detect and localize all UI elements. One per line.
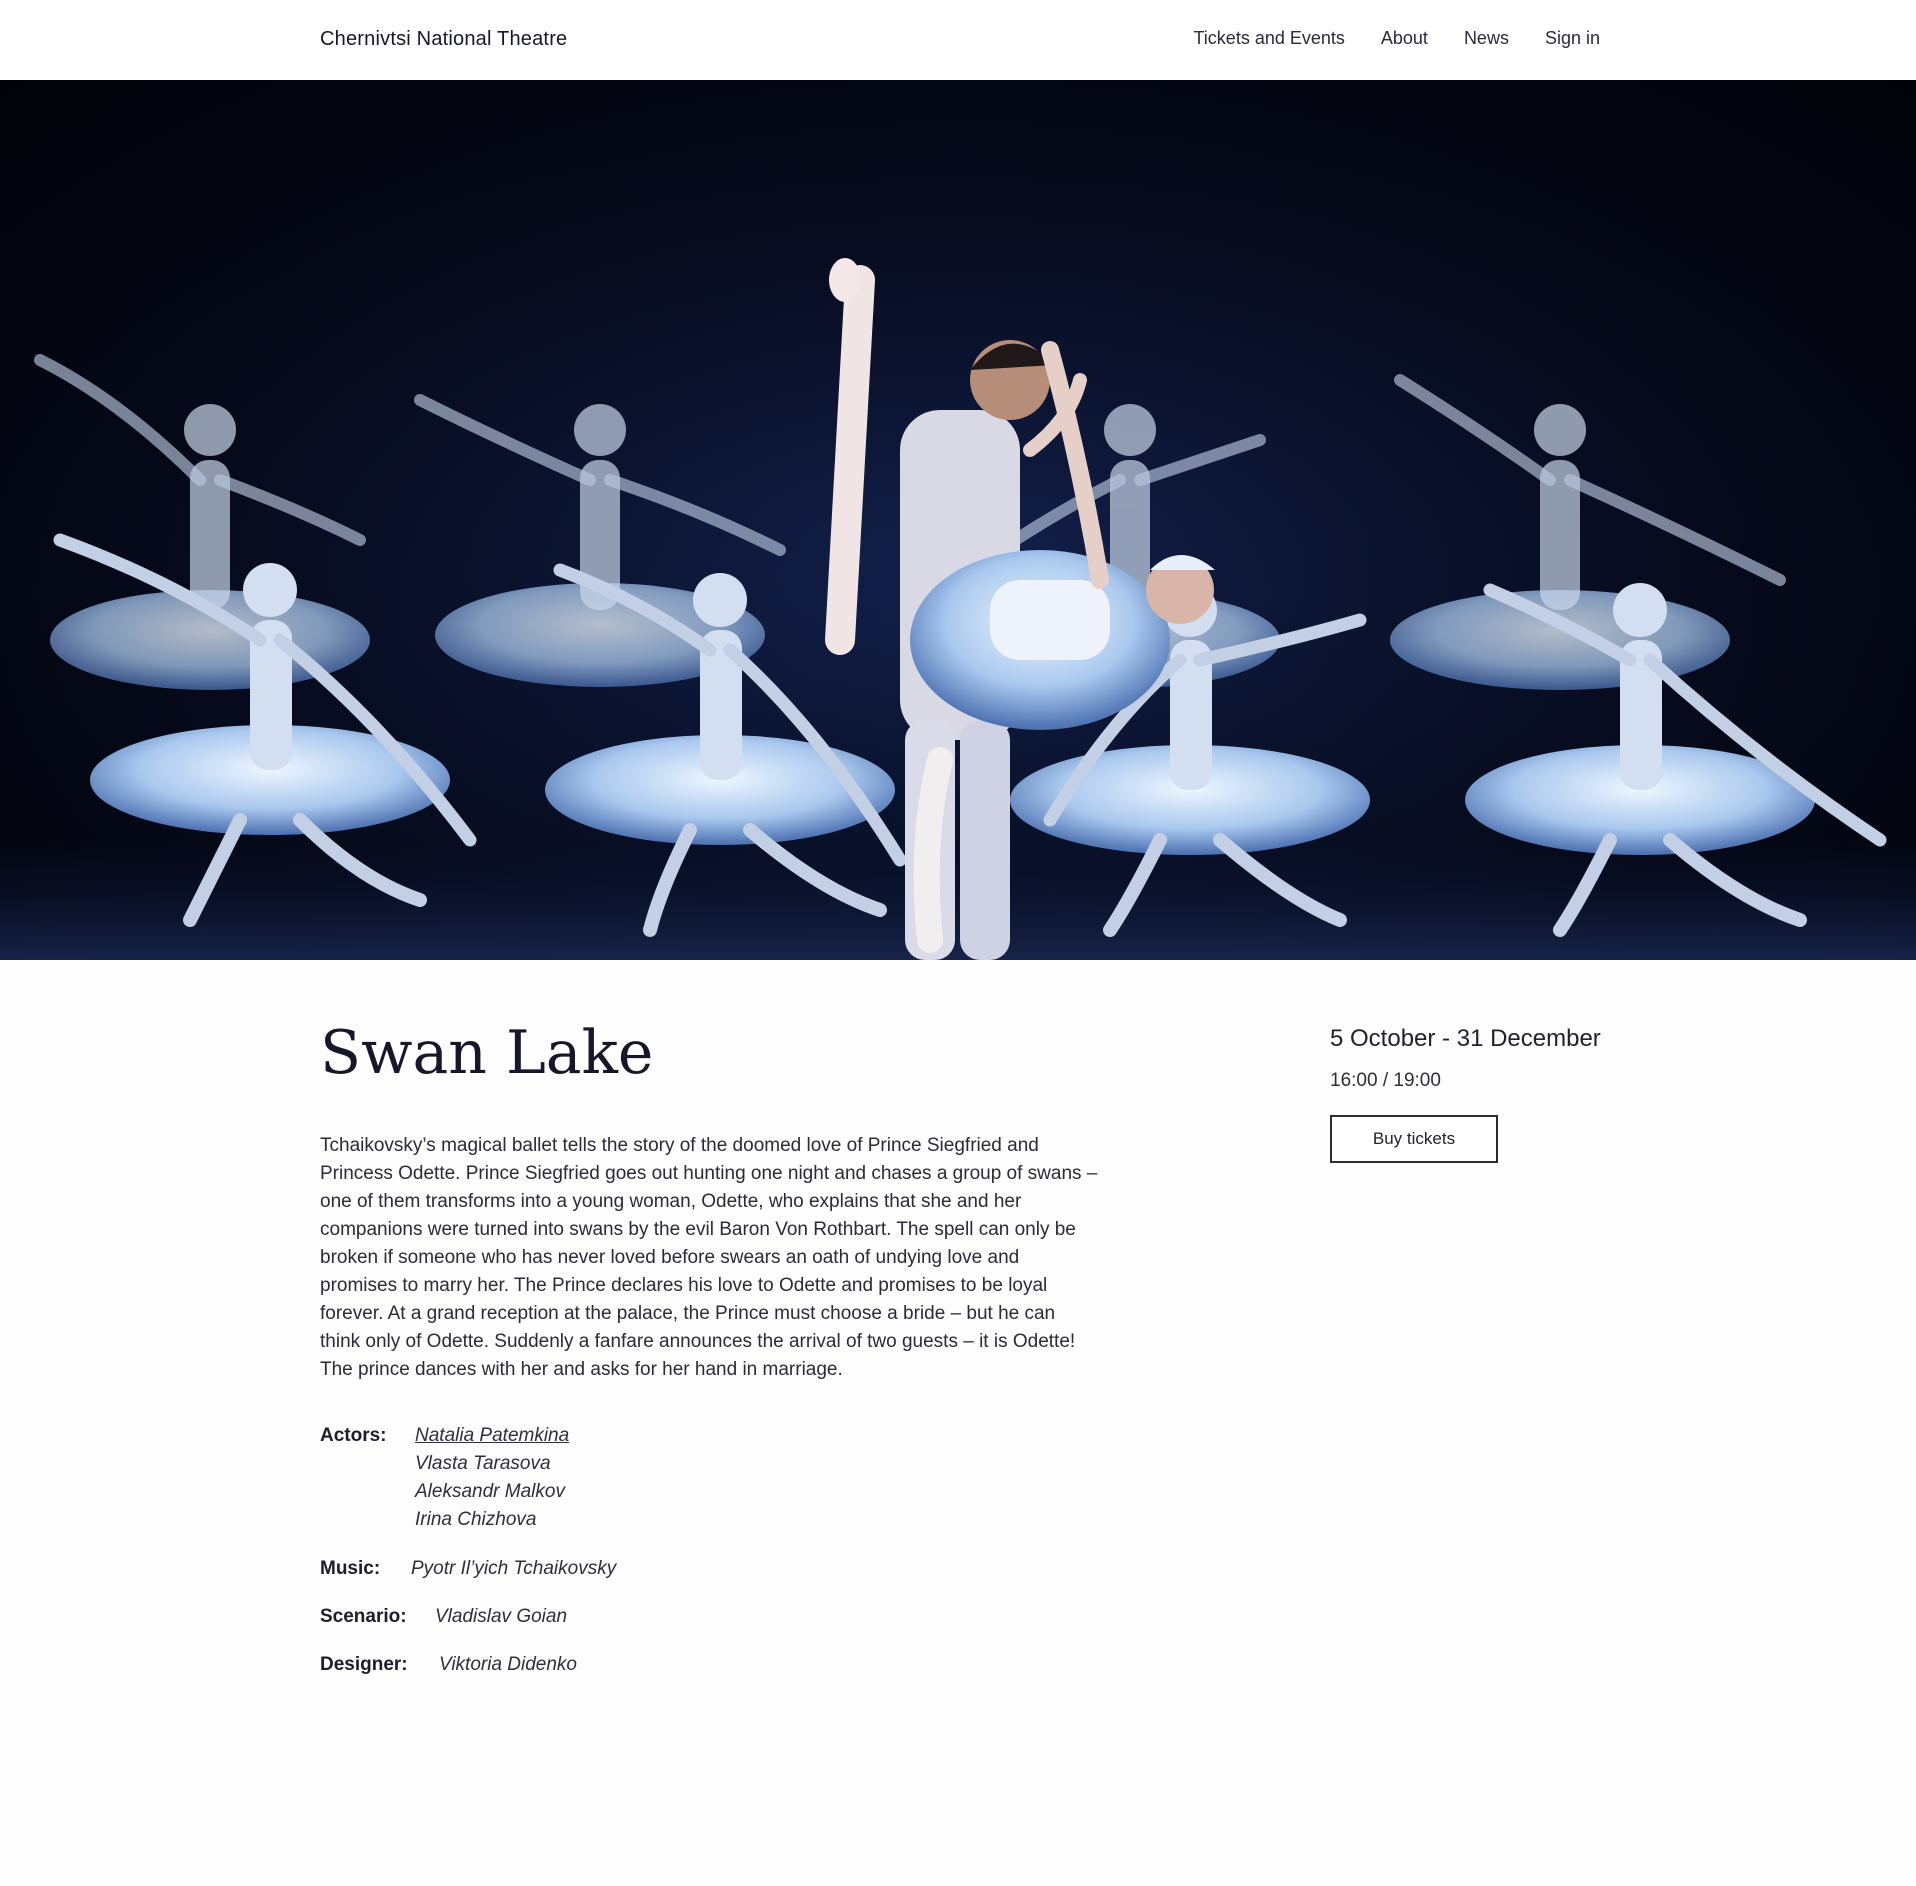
credit-actors: Actors: Natalia Patemkina Vlasta Tarasov…	[320, 1422, 569, 1534]
credit-scenario: Scenario: Vladislav Goian	[320, 1603, 567, 1631]
scenario-label: Scenario:	[320, 1606, 407, 1627]
credit-designer: Designer: Viktoria Didenko	[320, 1651, 577, 1679]
nav-about[interactable]: About	[1381, 28, 1428, 49]
actors-list: Natalia Patemkina Vlasta Tarasova Aleksa…	[415, 1422, 569, 1534]
site-header: Chernivtsi National Theatre Tickets and …	[0, 0, 1916, 80]
designer-name: Viktoria Didenko	[439, 1654, 578, 1675]
main-nav: Tickets and Events About News Sign in	[1193, 28, 1600, 49]
nav-news[interactable]: News	[1464, 28, 1509, 49]
event-dates: 5 October - 31 December	[1330, 1025, 1601, 1052]
music-composer: Pyotr Il’yich Tchaikovsky	[411, 1558, 617, 1579]
nav-tickets-and-events[interactable]: Tickets and Events	[1193, 28, 1344, 49]
actors-label: Actors:	[320, 1425, 387, 1446]
music-label: Music:	[320, 1558, 381, 1579]
nav-sign-in[interactable]: Sign in	[1545, 28, 1600, 49]
credit-music: Music: Pyotr Il’yich Tchaikovsky	[320, 1555, 616, 1583]
event-title: Swan Lake	[320, 1018, 654, 1088]
actor-name: Irina Chizhova	[415, 1509, 537, 1530]
ballet-illustration	[0, 80, 1916, 960]
event-description: Tchaikovsky’s magical ballet tells the s…	[320, 1135, 1098, 1380]
buy-tickets-button[interactable]: Buy tickets	[1330, 1115, 1498, 1163]
scenario-writer: Vladislav Goian	[435, 1606, 568, 1627]
actor-name: Vlasta Tarasova	[415, 1453, 551, 1474]
actor-link[interactable]: Natalia Patemkina	[415, 1422, 569, 1450]
designer-label: Designer:	[320, 1654, 408, 1675]
hero-ballet-image	[0, 80, 1916, 960]
actor-name: Aleksandr Malkov	[415, 1481, 565, 1502]
site-brand[interactable]: Chernivtsi National Theatre	[320, 28, 567, 51]
event-times: 16:00 / 19:00	[1330, 1070, 1441, 1091]
